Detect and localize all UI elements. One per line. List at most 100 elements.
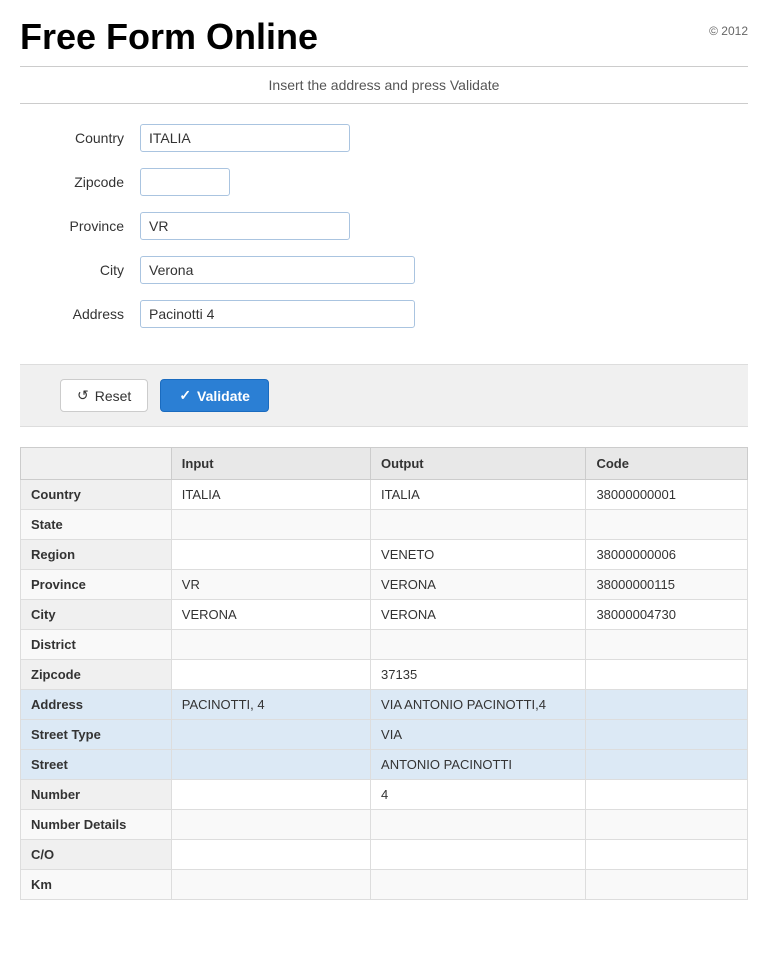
table-row: CountryITALIAITALIA38000000001 [21, 480, 748, 510]
cell-code [586, 690, 748, 720]
table-row: Zipcode 37135 [21, 660, 748, 690]
cell-input [171, 630, 370, 660]
page-header: Free Form Online © 2012 [0, 0, 768, 66]
table-row: Street Type VIA [21, 720, 748, 750]
cell-input: VR [171, 570, 370, 600]
cell-field: Number [21, 780, 172, 810]
subtitle: Insert the address and press Validate [20, 66, 748, 104]
cell-code [586, 720, 748, 750]
country-row: Country [40, 124, 728, 152]
cell-code: 38000004730 [586, 600, 748, 630]
cell-field: Street Type [21, 720, 172, 750]
cell-input: ITALIA [171, 480, 370, 510]
table-row: State [21, 510, 748, 540]
cell-output: VIA [371, 720, 586, 750]
cell-code: 38000000115 [586, 570, 748, 600]
address-row: Address [40, 300, 728, 328]
table-row: ProvinceVRVERONA38000000115 [21, 570, 748, 600]
col-output-header: Output [371, 448, 586, 480]
cell-field: Region [21, 540, 172, 570]
cell-input [171, 540, 370, 570]
city-label: City [40, 262, 140, 278]
table-row: Region VENETO38000000006 [21, 540, 748, 570]
cell-field: C/O [21, 840, 172, 870]
table-header-row: Input Output Code [21, 448, 748, 480]
action-bar: ↺ Reset ✓ Validate [20, 364, 748, 427]
table-row: Number Details [21, 810, 748, 840]
table-row: Km [21, 870, 748, 900]
cell-output: 4 [371, 780, 586, 810]
cell-code [586, 870, 748, 900]
cell-input: PACINOTTI, 4 [171, 690, 370, 720]
col-input-header: Input [171, 448, 370, 480]
province-row: Province [40, 212, 728, 240]
cell-code [586, 510, 748, 540]
reset-icon: ↺ [77, 387, 89, 404]
country-label: Country [40, 130, 140, 146]
table-row: CityVERONAVERONA38000004730 [21, 600, 748, 630]
cell-code: 38000000001 [586, 480, 748, 510]
cell-output [371, 810, 586, 840]
cell-code [586, 750, 748, 780]
copyright: © 2012 [709, 24, 748, 38]
validate-label: Validate [197, 388, 250, 404]
cell-field: State [21, 510, 172, 540]
cell-input [171, 720, 370, 750]
cell-code [586, 660, 748, 690]
zipcode-input[interactable] [140, 168, 230, 196]
province-label: Province [40, 218, 140, 234]
country-input[interactable] [140, 124, 350, 152]
address-input[interactable] [140, 300, 415, 328]
cell-input [171, 780, 370, 810]
cell-output: VERONA [371, 570, 586, 600]
cell-output: VENETO [371, 540, 586, 570]
cell-field: Street [21, 750, 172, 780]
cell-output [371, 630, 586, 660]
col-field-header [21, 448, 172, 480]
city-row: City [40, 256, 728, 284]
cell-field: Country [21, 480, 172, 510]
address-form: Country Zipcode Province City Address [0, 104, 768, 364]
cell-field: District [21, 630, 172, 660]
cell-code [586, 840, 748, 870]
cell-code: 38000000006 [586, 540, 748, 570]
cell-input [171, 750, 370, 780]
col-code-header: Code [586, 448, 748, 480]
city-input[interactable] [140, 256, 415, 284]
validate-icon: ✓ [179, 387, 191, 404]
cell-field: Province [21, 570, 172, 600]
cell-output [371, 840, 586, 870]
table-row: AddressPACINOTTI, 4VIA ANTONIO PACINOTTI… [21, 690, 748, 720]
table-row: Number 4 [21, 780, 748, 810]
cell-input [171, 510, 370, 540]
cell-input: VERONA [171, 600, 370, 630]
cell-code [586, 780, 748, 810]
cell-field: Number Details [21, 810, 172, 840]
results-table: Input Output Code CountryITALIAITALIA380… [20, 447, 748, 900]
zipcode-label: Zipcode [40, 174, 140, 190]
zipcode-row: Zipcode [40, 168, 728, 196]
cell-code [586, 810, 748, 840]
results-section: Input Output Code CountryITALIAITALIA380… [20, 447, 748, 900]
table-row: C/O [21, 840, 748, 870]
cell-input [171, 840, 370, 870]
page-title: Free Form Online [20, 16, 318, 58]
address-label: Address [40, 306, 140, 322]
cell-field: Km [21, 870, 172, 900]
cell-field: Address [21, 690, 172, 720]
cell-output: VERONA [371, 600, 586, 630]
validate-button[interactable]: ✓ Validate [160, 379, 269, 412]
cell-output [371, 510, 586, 540]
cell-input [171, 870, 370, 900]
cell-output: 37135 [371, 660, 586, 690]
table-row: District [21, 630, 748, 660]
cell-output: ITALIA [371, 480, 586, 510]
province-input[interactable] [140, 212, 350, 240]
reset-button[interactable]: ↺ Reset [60, 379, 148, 412]
cell-output [371, 870, 586, 900]
cell-field: Zipcode [21, 660, 172, 690]
cell-output: VIA ANTONIO PACINOTTI,4 [371, 690, 586, 720]
cell-input [171, 660, 370, 690]
cell-output: ANTONIO PACINOTTI [371, 750, 586, 780]
reset-label: Reset [95, 388, 132, 404]
